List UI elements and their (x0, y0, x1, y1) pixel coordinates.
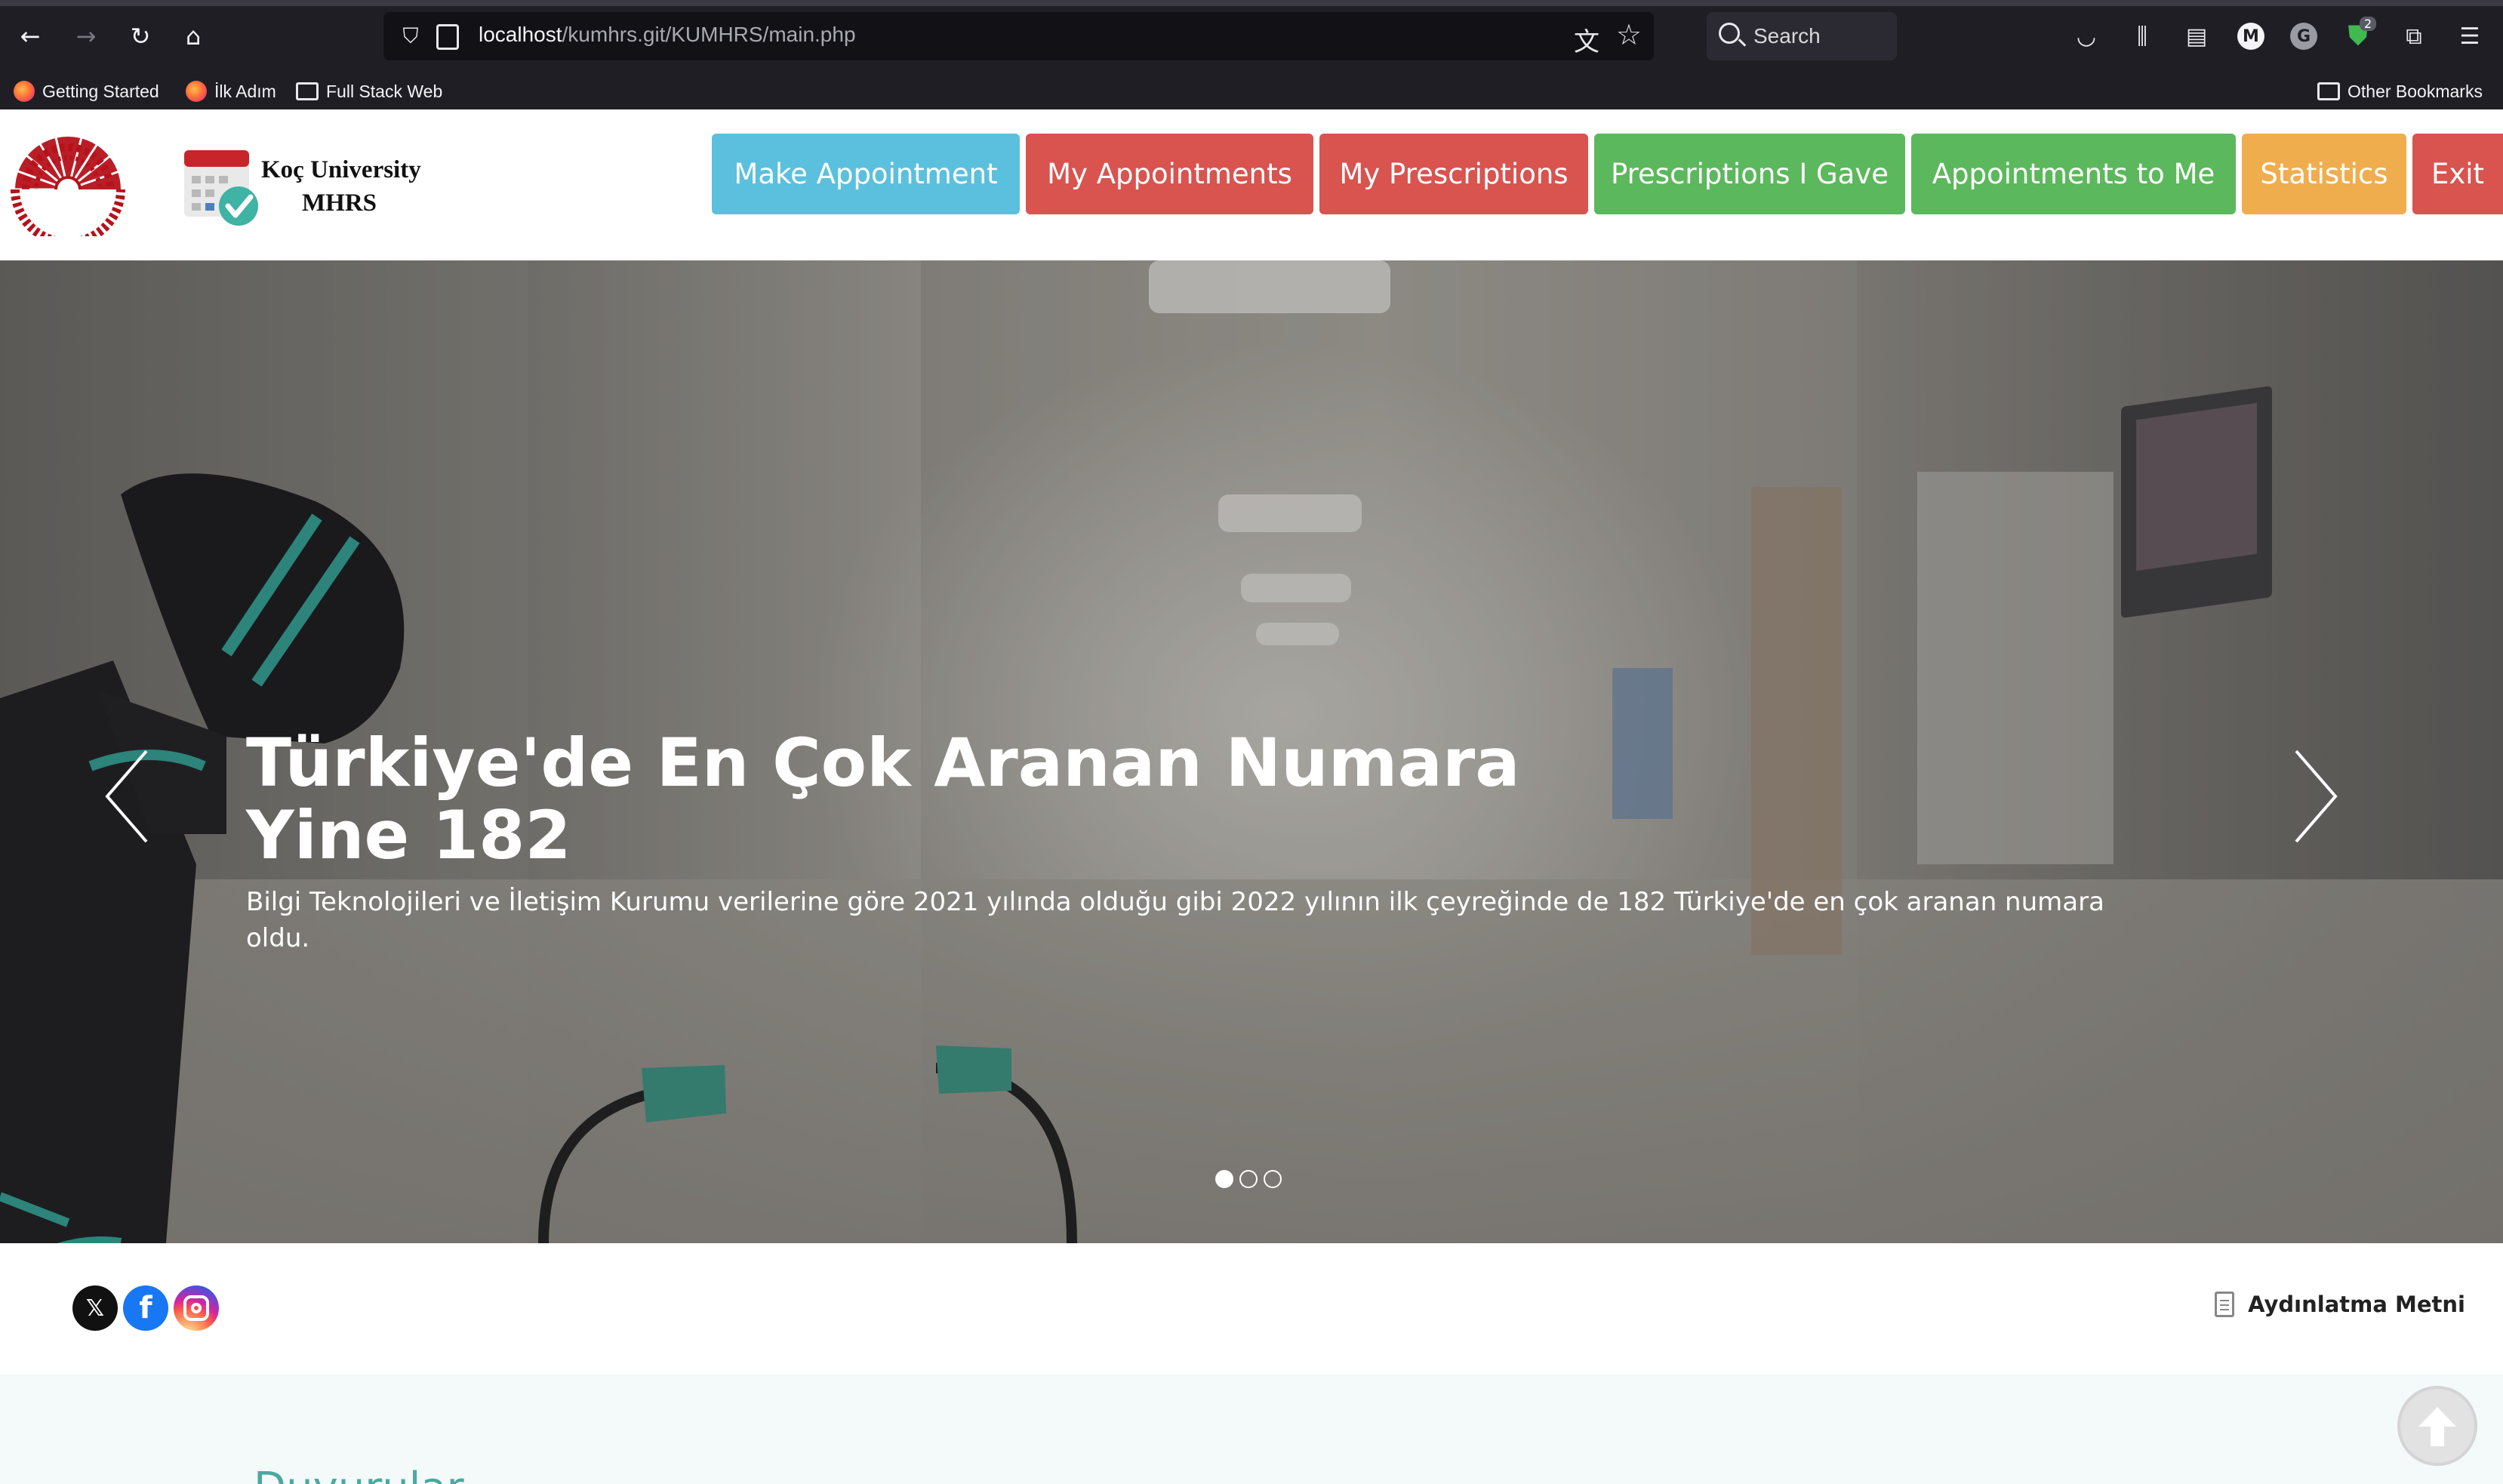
page-info-icon[interactable] (436, 24, 459, 50)
bookmark-full-stack-web[interactable]: Full Stack Web (296, 79, 442, 104)
browser-chrome: ← → ↻ ⌂ ⛉ localhost/kumhrs.git/KUMHRS/ma… (0, 0, 2503, 109)
tracking-shield-icon[interactable]: ⛉ (397, 23, 424, 50)
mhrs-calendar-logo[interactable] (181, 146, 260, 229)
brand-university: Koç University (261, 156, 421, 183)
pocket-icon[interactable]: ◡ (2070, 20, 2103, 53)
aydinlatma-label: Aydınlatma Metni (2248, 1292, 2465, 1317)
translate-icon[interactable]: 文 (1574, 21, 1599, 58)
address-bar[interactable]: ⛉ localhost/kumhrs.git/KUMHRS/main.php 文… (383, 12, 1654, 60)
instagram-icon[interactable] (174, 1285, 219, 1331)
profile-m-icon[interactable]: M (2237, 23, 2264, 50)
menu-icon[interactable]: ☰ (2453, 20, 2486, 53)
reload-icon[interactable]: ↻ (124, 20, 157, 53)
bookmark-label: Full Stack Web (326, 81, 443, 101)
carousel-title-line1: Türkiye'de En Çok Aranan Numara (246, 724, 1520, 802)
other-bookmarks-label: Other Bookmarks (2348, 81, 2483, 101)
prescriptions-i-gave-button[interactable]: Prescriptions I Gave (1594, 134, 1905, 214)
sidebar-icon[interactable]: ▤ (2180, 20, 2213, 53)
forward-arrow-icon[interactable]: → (69, 20, 103, 53)
extensions-icon[interactable]: ⧉ (2397, 20, 2431, 53)
bookmark-label: İlk Adım (214, 81, 276, 101)
url-text[interactable]: localhost/kumhrs.git/KUMHRS/main.php (479, 23, 856, 47)
scroll-to-top-button[interactable] (2400, 1389, 2474, 1463)
search-icon (1719, 23, 1740, 44)
tab-strip-edge (0, 0, 2503, 6)
url-path: /kumhrs.git/KUMHRS/main.php (562, 23, 856, 46)
instagram-glyph (183, 1295, 209, 1321)
carousel-next-chevron-icon[interactable] (2284, 744, 2344, 849)
brand-mhrs: MHRS (302, 189, 377, 217)
appointments-to-me-button[interactable]: Appointments to Me (1911, 134, 2236, 214)
site-header: Koç University MHRS Make Appointment My … (0, 109, 2503, 260)
make-appointment-button[interactable]: Make Appointment (712, 134, 1020, 214)
other-bookmarks[interactable]: Other Bookmarks (2317, 79, 2483, 104)
bookmarks-bar: Getting Started İlk Adım Full Stack Web … (0, 72, 2503, 109)
aydinlatma-metni-link[interactable]: Aydınlatma Metni (2215, 1292, 2465, 1317)
exit-button[interactable]: Exit (2412, 134, 2503, 214)
arrow-up-icon (2418, 1407, 2456, 1446)
url-host: localhost (479, 23, 562, 46)
carousel-title-line2: Yine 182 (246, 796, 571, 874)
document-icon (2215, 1292, 2235, 1317)
firefox-icon (186, 81, 207, 102)
bookmark-star-icon[interactable]: ☆ (1616, 18, 1642, 51)
facebook-icon[interactable]: f (123, 1285, 168, 1331)
carousel-caption: Bilgi Teknolojileri ve İletişim Kurumu v… (246, 887, 2104, 953)
bookmark-getting-started[interactable]: Getting Started (14, 79, 159, 104)
my-appointments-button[interactable]: My Appointments (1026, 134, 1313, 214)
bookmark-label: Getting Started (42, 81, 159, 101)
carousel-indicator[interactable] (1215, 1170, 1233, 1188)
back-arrow-icon[interactable]: ← (14, 20, 47, 53)
my-prescriptions-button[interactable]: My Prescriptions (1319, 134, 1588, 214)
extension-badge: 2 (2360, 17, 2377, 31)
hero-carousel: Türkiye'de En Çok Aranan Numara Yine 182… (0, 260, 2503, 1243)
brand-name[interactable]: Koç University MHRS (261, 153, 421, 220)
announcements-section: Duyurular (0, 1375, 2503, 1484)
x-icon[interactable]: 𝕏 (72, 1285, 118, 1331)
carousel-prev-chevron-icon[interactable] (98, 744, 159, 849)
statistics-button[interactable]: Statistics (2242, 134, 2406, 214)
carousel-indicator[interactable] (1264, 1170, 1282, 1188)
search-box[interactable]: Search (1707, 12, 1897, 60)
library-icon[interactable]: ⫼ (2126, 20, 2159, 53)
announcements-title: Duyurular (254, 1464, 464, 1484)
bookmark-ilk-adim[interactable]: İlk Adım (186, 79, 276, 104)
koc-university-logo[interactable] (8, 131, 136, 236)
carousel-title: Türkiye'de En Çok Aranan Numara Yine 182 (246, 727, 1529, 872)
search-input[interactable]: Search (1753, 24, 1821, 48)
carousel-indicator[interactable] (1239, 1170, 1258, 1188)
home-icon[interactable]: ⌂ (177, 20, 210, 53)
grammarly-icon[interactable]: G (2290, 23, 2317, 50)
social-bar: 𝕏 f Aydınlatma Metni (0, 1243, 2503, 1375)
folder-icon (296, 82, 319, 100)
firefox-icon (14, 81, 35, 102)
folder-icon (2317, 82, 2340, 100)
